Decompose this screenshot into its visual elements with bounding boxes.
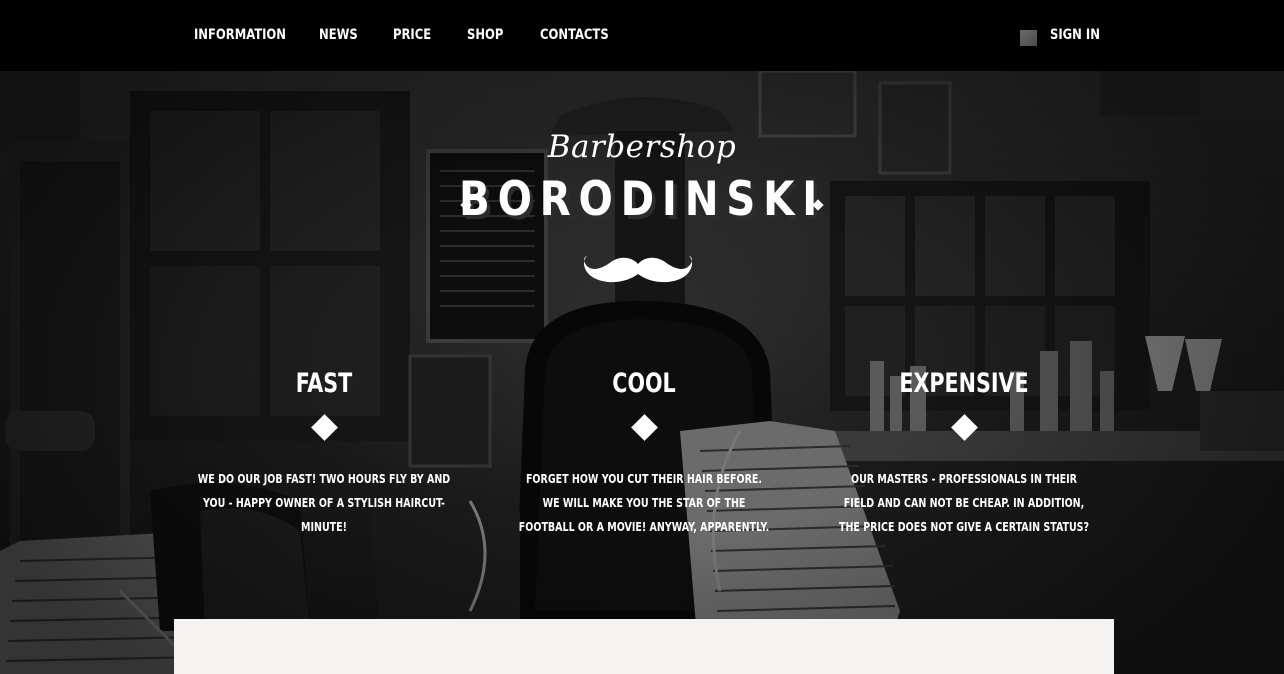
- sign-in-link[interactable]: SIGN IN: [1050, 27, 1100, 43]
- hero-section: Barbershop BORODINSKI FAST WE DO OUR JOB…: [0, 71, 1284, 674]
- feature-expensive: EXPENSIVE OUR MASTERS - PROFESSIONALS IN…: [819, 367, 1109, 539]
- feature-title: COOL: [612, 368, 676, 399]
- nav-item-information[interactable]: INFORMATION: [194, 27, 286, 43]
- diamond-icon: [950, 414, 978, 441]
- top-navigation: INFORMATION NEWS PRICE SHOP CONTACTS SIG…: [0, 0, 1284, 71]
- diamond-icon: [310, 414, 338, 441]
- content-panel: [174, 619, 1114, 674]
- feature-cool: COOL FORGET HOW YOU CUT THEIR HAIR BEFOR…: [499, 367, 789, 539]
- brand-script-title: Barbershop: [547, 129, 737, 165]
- page: INFORMATION NEWS PRICE SHOP CONTACTS SIG…: [0, 0, 1284, 674]
- diamond-icon: [630, 414, 658, 441]
- feature-description: WE DO OUR JOB FAST! TWO HOURS FLY BY AND…: [197, 472, 451, 534]
- feature-title: EXPENSIVE: [899, 368, 1029, 399]
- nav-item-price[interactable]: PRICE: [393, 27, 431, 43]
- feature-description: FORGET HOW YOU CUT THEIR HAIR BEFORE. WE…: [518, 472, 770, 534]
- user-icon[interactable]: [1020, 30, 1037, 46]
- feature-title: FAST: [295, 368, 353, 399]
- mustache-icon: [583, 256, 693, 283]
- nav-item-contacts[interactable]: CONTACTS: [540, 27, 609, 43]
- feature-fast: FAST WE DO OUR JOB FAST! TWO HOURS FLY B…: [179, 367, 469, 539]
- brand-name: BORODINSKI: [459, 172, 825, 227]
- feature-description: OUR MASTERS - PROFESSIONALS IN THEIR FIE…: [838, 472, 1090, 534]
- nav-item-shop[interactable]: SHOP: [467, 27, 503, 43]
- nav-item-news[interactable]: NEWS: [319, 27, 358, 43]
